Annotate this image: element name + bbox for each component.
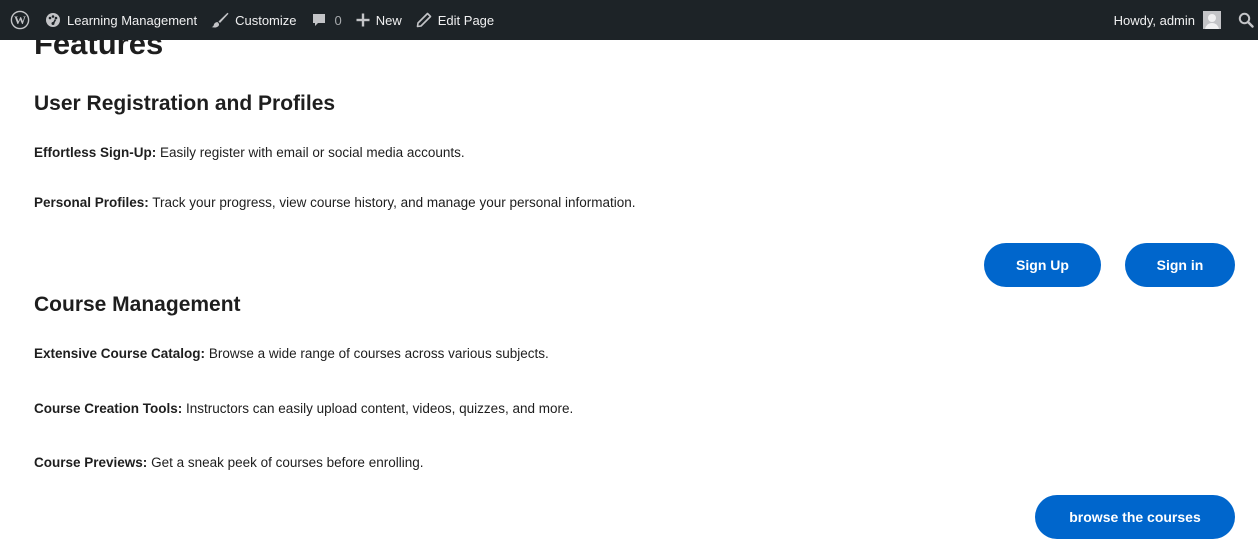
feature-label: Personal Profiles: [34,195,149,210]
comment-icon [311,12,327,28]
feature-item: Course Creation Tools: Instructors can e… [34,400,573,418]
customize-menu[interactable]: Customize [204,0,303,40]
wordpress-menu[interactable]: W [0,0,38,40]
search-icon [1238,12,1254,28]
browse-courses-button[interactable]: browse the courses [1035,495,1235,539]
my-account-menu[interactable]: Howdy, admin [1107,0,1228,40]
feature-text: Instructors can easily upload content, v… [182,401,574,416]
edit-page-menu[interactable]: Edit Page [409,0,501,40]
site-name-label: Learning Management [67,12,198,28]
site-name-menu[interactable]: Learning Management [38,0,204,40]
feature-text: Easily register with email or social med… [156,145,465,160]
sign-in-button[interactable]: Sign in [1125,243,1235,287]
avatar [1203,11,1221,29]
dashboard-icon [45,12,61,28]
pencil-icon [416,12,432,28]
feature-item: Personal Profiles: Track your progress, … [34,194,636,212]
feature-text: Get a sneak peek of courses before enrol… [147,455,424,470]
feature-item: Extensive Course Catalog: Browse a wide … [34,345,549,363]
section-heading-course-management: Course Management [34,293,241,316]
feature-label: Course Creation Tools: [34,401,183,416]
comments-count: 0 [334,12,342,28]
feature-text: Browse a wide range of courses across va… [205,346,549,361]
search-toggle[interactable] [1228,0,1258,40]
feature-label: Effortless Sign-Up: [34,145,157,160]
admin-bar-left: W Learning Management Customize 0 New Ed… [0,0,501,40]
wordpress-logo-icon: W [10,10,30,30]
sign-up-button[interactable]: Sign Up [984,243,1101,287]
brush-icon [211,12,229,28]
svg-text:W: W [14,13,26,27]
feature-item: Course Previews: Get a sneak peek of cou… [34,454,423,472]
admin-bar: W Learning Management Customize 0 New Ed… [0,0,1258,40]
howdy-label: Howdy, admin [1113,12,1195,28]
feature-label: Course Previews: [34,455,148,470]
comments-menu[interactable]: 0 [304,0,349,40]
feature-text: Track your progress, view course history… [148,195,636,210]
section-heading-user-registration: User Registration and Profiles [34,92,336,115]
edit-page-label: Edit Page [437,12,495,28]
feature-label: Extensive Course Catalog: [34,346,206,361]
page-content: Features User Registration and Profiles … [0,0,1258,539]
customize-label: Customize [235,12,297,28]
plus-icon [356,13,370,27]
new-content-menu[interactable]: New [349,0,409,40]
admin-bar-right: Howdy, admin [1107,0,1258,40]
feature-item: Effortless Sign-Up: Easily register with… [34,144,465,162]
new-label: New [375,12,402,28]
